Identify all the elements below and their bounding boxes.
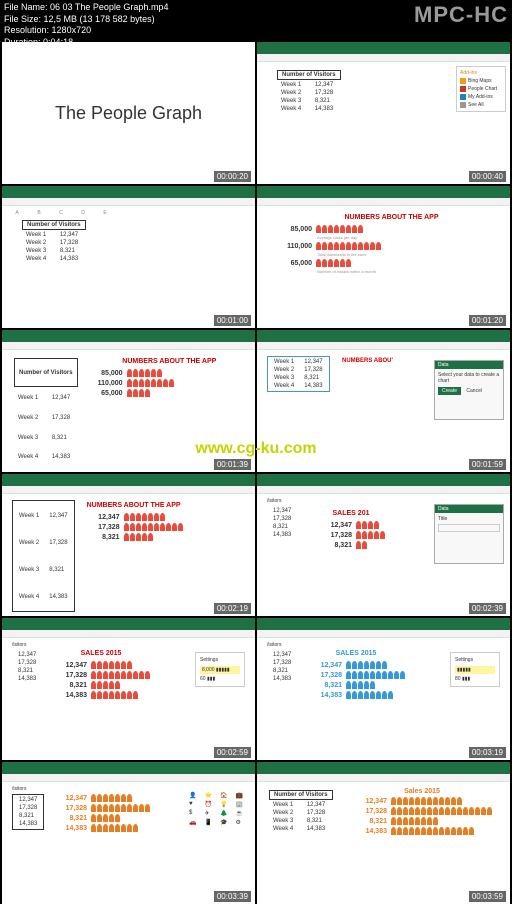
visitors-table: 12,347 17,328 8,321 14,383 <box>267 650 297 684</box>
file-metadata: File Name: 06 03 The People Graph.mp4 Fi… <box>4 2 168 40</box>
data-panel[interactable]: Data Select your data to create a chart … <box>434 360 504 420</box>
timestamp: 00:01:00 <box>214 315 251 326</box>
visitors-table: 12,347 17,328 8,321 14,383 <box>12 794 44 830</box>
timestamp: 00:00:20 <box>214 171 251 182</box>
visitors-table: 12,347 17,328 8,321 14,383 <box>12 650 42 684</box>
timestamp: 00:02:59 <box>214 747 251 758</box>
video-info-header: File Name: 06 03 The People Graph.mp4 Fi… <box>0 0 512 42</box>
thumb-5: Number of Visitors Week 112,347 Week 217… <box>2 330 255 472</box>
icon-picker[interactable]: 👤⭐🏠💼 ♥⏰💡🏢 $✈🌲☕ 🚗📱🎓⚙ <box>189 792 249 826</box>
settings-panel[interactable]: Settings ▮▮▮▮▮ 80 ▮▮▮ <box>450 652 500 687</box>
thumb-6: Week 112,347 Week 217,328 Week 38,321 We… <box>257 330 510 472</box>
data-panel[interactable]: Data Title <box>434 504 504 564</box>
timestamp: 00:03:19 <box>469 747 506 758</box>
thumb-9: /isitors 12,347 17,328 8,321 14,383 SALE… <box>2 618 255 760</box>
create-button[interactable]: Create <box>438 387 461 395</box>
visitors-table: Week 112,347 Week 217,328 Week 38,321 We… <box>267 356 330 392</box>
timestamp: 00:00:40 <box>469 171 506 182</box>
slide-title: The People Graph <box>55 103 202 124</box>
timestamp: 00:02:19 <box>214 603 251 614</box>
thumb-2: Number of Visitors Week 112,347 Week 217… <box>257 42 510 184</box>
timestamp: 00:01:20 <box>469 315 506 326</box>
thumb-11: /isitors 12,347 17,328 8,321 14,383 12,3… <box>2 762 255 904</box>
thumbnail-grid: The People Graph 00:00:20 Number of Visi… <box>0 42 512 904</box>
graph-title: NUMBERS ABOUT THE APP <box>277 214 506 221</box>
settings-panel[interactable]: Settings 8,000 ▮▮▮▮▮ 60 ▮▮▮ <box>195 652 245 687</box>
addins-pane[interactable]: Add-ins Bing Maps People Chart My Add-in… <box>456 66 506 112</box>
visitors-table: 12,347 17,328 8,321 14,383 <box>267 506 297 540</box>
visitors-table: Number of Visitors Week 112,347 Week 217… <box>275 68 343 114</box>
timestamp: 00:01:39 <box>214 459 251 470</box>
visitors-table: Number of Visitors Week 112,347 Week 217… <box>20 218 88 264</box>
timestamp: 00:01:59 <box>469 459 506 470</box>
timestamp: 00:02:39 <box>469 603 506 614</box>
thumb-8: /isitors 12,347 17,328 8,321 14,383 SALE… <box>257 474 510 616</box>
timestamp: 00:03:39 <box>214 891 251 902</box>
thumb-1: The People Graph 00:00:20 <box>2 42 255 184</box>
thumb-3: ABCDE Number of Visitors Week 112,347 We… <box>2 186 255 328</box>
cancel-button[interactable]: Cancel <box>466 388 482 394</box>
timestamp: 00:03:59 <box>469 891 506 902</box>
player-logo: MPC-HC <box>414 2 508 40</box>
thumb-10: /isitors 12,347 17,328 8,321 14,383 SALE… <box>257 618 510 760</box>
thumb-7: Week 112,347 Week 217,328 Week 38,321 We… <box>2 474 255 616</box>
visitors-table: Number of Visitors Week 112,347 Week 217… <box>267 788 335 834</box>
thumb-12: Number of Visitors Week 112,347 Week 217… <box>257 762 510 904</box>
thumb-4: NUMBERS ABOUT THE APP 85,000 Average cli… <box>257 186 510 328</box>
visitors-table: Week 112,347 Week 217,328 Week 38,321 We… <box>12 500 75 612</box>
visitors-table: Number of Visitors Week 112,347 Week 217… <box>12 356 80 468</box>
